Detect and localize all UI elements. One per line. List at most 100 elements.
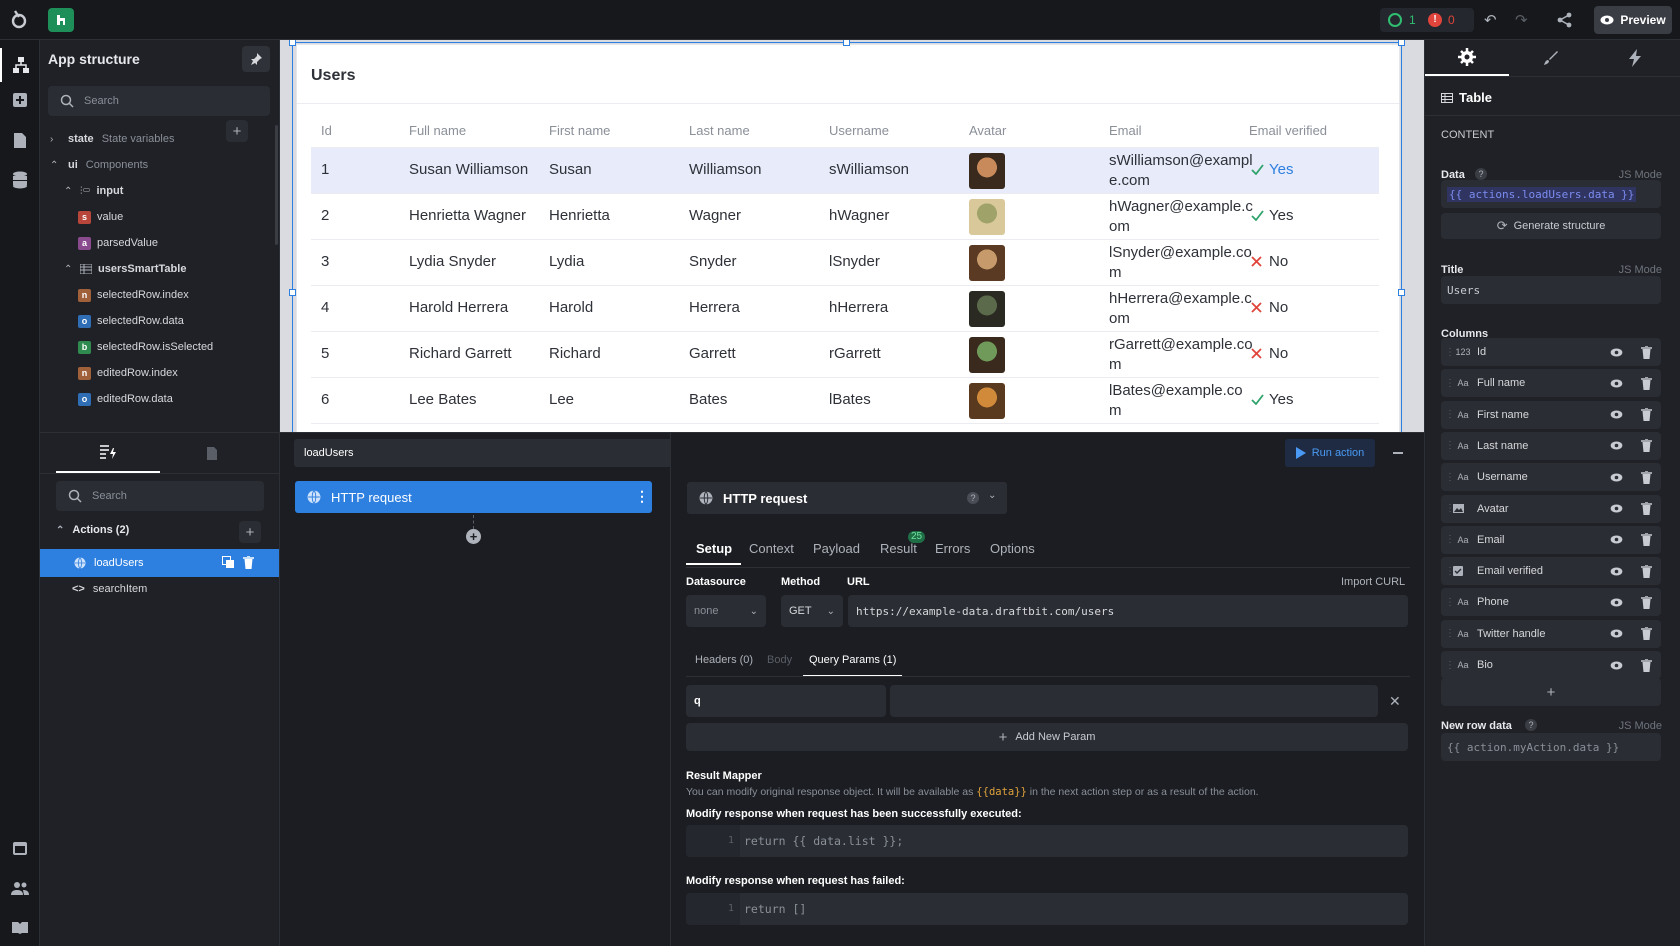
- run-action-button[interactable]: Run action: [1285, 439, 1375, 467]
- table-row[interactable]: 5 Richard Garrett Richard Garrett rGarrett rG…: [311, 332, 1379, 378]
- subtab-headers[interactable]: Headers (0): [695, 654, 753, 666]
- trash-icon[interactable]: [1631, 439, 1661, 453]
- trash-icon[interactable]: [1631, 627, 1661, 641]
- eye-icon[interactable]: [1601, 347, 1631, 357]
- status-indicator[interactable]: 1 ! 0: [1380, 8, 1474, 32]
- new-row-input[interactable]: {{ action.myAction.data }}: [1441, 733, 1661, 761]
- tree-item-value[interactable]: s value: [40, 203, 272, 231]
- trash-icon[interactable]: [1631, 564, 1661, 578]
- tree-item-selected-row-is-selected[interactable]: b selectedRow.isSelected: [40, 333, 272, 361]
- calendar-icon[interactable]: [10, 838, 30, 858]
- table-row[interactable]: 1 Susan Williamson Susan Williamson sWilliam…: [311, 148, 1379, 194]
- add-param-button[interactable]: + Add New Param: [686, 723, 1408, 751]
- tab-actions[interactable]: [56, 433, 160, 473]
- structure-search-input[interactable]: Search: [48, 86, 270, 116]
- users-icon[interactable]: [10, 878, 30, 898]
- database-icon[interactable]: [10, 170, 30, 190]
- resize-handle[interactable]: [1398, 40, 1405, 46]
- help-icon[interactable]: ?: [967, 492, 979, 504]
- trash-icon[interactable]: [1631, 408, 1661, 422]
- datasource-select[interactable]: none ⌄: [686, 595, 766, 627]
- add-column-button[interactable]: +: [1441, 678, 1661, 706]
- trash-icon[interactable]: [1631, 595, 1661, 609]
- help-icon[interactable]: ?: [1475, 168, 1487, 180]
- action-item-load-users[interactable]: loadUsers: [40, 549, 279, 577]
- column-header-email-verified[interactable]: Email verified: [1249, 123, 1359, 138]
- share-icon[interactable]: [1556, 11, 1574, 29]
- drag-handle-icon[interactable]: ⋮: [1445, 378, 1455, 389]
- tab-options[interactable]: Options: [990, 541, 1035, 556]
- redo-icon[interactable]: ↷: [1515, 11, 1528, 29]
- undo-icon[interactable]: ↶: [1484, 11, 1497, 29]
- eye-icon[interactable]: [1601, 441, 1631, 450]
- data-input[interactable]: {{ actions.loadUsers.data }}: [1441, 180, 1661, 208]
- tree-item-edited-row-data[interactable]: o editedRow.data: [40, 385, 272, 413]
- trash-icon[interactable]: [1631, 376, 1661, 390]
- duplicate-icon[interactable]: [222, 556, 235, 569]
- tree-item-edited-row-index[interactable]: n editedRow.index: [40, 359, 272, 387]
- trash-icon[interactable]: [1631, 658, 1661, 672]
- add-state-button[interactable]: +: [226, 120, 248, 142]
- column-header-first-name[interactable]: First name: [549, 123, 610, 138]
- success-code-editor[interactable]: 1 return {{ data.list }};: [686, 825, 1408, 857]
- column-config-row[interactable]: ⋮ Aa Twitter handle: [1441, 619, 1661, 648]
- tab-context[interactable]: Context: [749, 541, 794, 556]
- add-action-button[interactable]: +: [239, 521, 261, 543]
- drag-handle-icon[interactable]: ⋮: [1445, 503, 1455, 514]
- column-config-row[interactable]: ⋮ Aa First name: [1441, 400, 1661, 429]
- eye-icon[interactable]: [1601, 504, 1631, 513]
- drag-handle-icon[interactable]: ⋮: [1445, 347, 1455, 358]
- url-input[interactable]: https://example-data.draftbit.com/users: [848, 595, 1408, 627]
- param-key-input[interactable]: q: [686, 685, 886, 717]
- preview-button[interactable]: Preview: [1594, 6, 1672, 34]
- column-config-row[interactable]: ⋮ Aa Username: [1441, 463, 1661, 492]
- resize-handle[interactable]: [1398, 289, 1405, 296]
- tab-settings[interactable]: [1425, 40, 1509, 76]
- column-header-last-name[interactable]: Last name: [689, 123, 750, 138]
- trash-icon[interactable]: [1631, 502, 1661, 515]
- tab-files[interactable]: [160, 433, 264, 473]
- column-header-id[interactable]: Id: [321, 123, 332, 138]
- tree-item-users-smart-table[interactable]: ⌃ usersSmartTable: [40, 255, 272, 283]
- trash-icon[interactable]: [243, 556, 254, 569]
- tree-item-input[interactable]: ⌃ ⫶▭ input: [40, 177, 272, 205]
- add-component-icon[interactable]: [10, 90, 30, 110]
- column-header-full-name[interactable]: Full name: [409, 123, 466, 138]
- method-select[interactable]: GET ⌄: [781, 595, 843, 627]
- action-name-input[interactable]: loadUsers: [294, 439, 682, 467]
- close-icon[interactable]: ✕: [1389, 693, 1401, 710]
- action-type-select[interactable]: HTTP request ? ⌄: [687, 482, 1007, 514]
- eye-icon[interactable]: [1601, 410, 1631, 419]
- drag-handle-icon[interactable]: ⋮: [1445, 472, 1455, 483]
- drag-handle-icon[interactable]: ⋮: [1445, 409, 1455, 420]
- column-header-email[interactable]: Email: [1109, 123, 1142, 138]
- drag-handle-icon[interactable]: ⋮: [1445, 566, 1455, 577]
- docs-icon[interactable]: [10, 918, 30, 938]
- param-value-input[interactable]: [890, 685, 1378, 717]
- flow-node-http-request[interactable]: HTTP request ⋮: [295, 481, 652, 513]
- more-vertical-icon[interactable]: ⋮: [635, 488, 649, 505]
- actions-search-input[interactable]: Search: [56, 481, 264, 511]
- column-config-row[interactable]: ⋮ Email verified: [1441, 557, 1661, 586]
- column-config-row[interactable]: ⋮ Avatar: [1441, 494, 1661, 523]
- eye-icon[interactable]: [1601, 379, 1631, 388]
- tree-item-selected-row-data[interactable]: o selectedRow.data: [40, 307, 272, 335]
- column-config-row[interactable]: ⋮ Aa Full name: [1441, 369, 1661, 398]
- users-table-card[interactable]: Users Id Full name First name Last name …: [296, 44, 1400, 432]
- tab-events[interactable]: [1593, 40, 1677, 76]
- eye-icon[interactable]: [1601, 629, 1631, 638]
- subtab-query-params[interactable]: Query Params (1): [803, 654, 903, 677]
- tab-payload[interactable]: Payload: [813, 541, 860, 556]
- column-config-row[interactable]: ⋮ Aa Email: [1441, 525, 1661, 554]
- drag-handle-icon[interactable]: ⋮: [1445, 440, 1455, 451]
- pages-icon[interactable]: [10, 130, 30, 150]
- actions-group[interactable]: ⌃ Actions (2): [56, 524, 129, 536]
- column-header-username[interactable]: Username: [829, 123, 889, 138]
- column-config-row[interactable]: ⋮ Aa Bio: [1441, 651, 1661, 679]
- help-icon[interactable]: ?: [1525, 719, 1537, 731]
- table-row[interactable]: 2 Henrietta Wagner Henrietta Wagner hWagner h…: [311, 194, 1379, 240]
- table-row[interactable]: 6 Lee Bates Lee Bates lBates lBates@example.c…: [311, 378, 1379, 424]
- fail-code-editor[interactable]: 1 return []: [686, 893, 1408, 925]
- pin-icon[interactable]: [242, 46, 270, 72]
- tab-setup[interactable]: Setup: [686, 541, 741, 565]
